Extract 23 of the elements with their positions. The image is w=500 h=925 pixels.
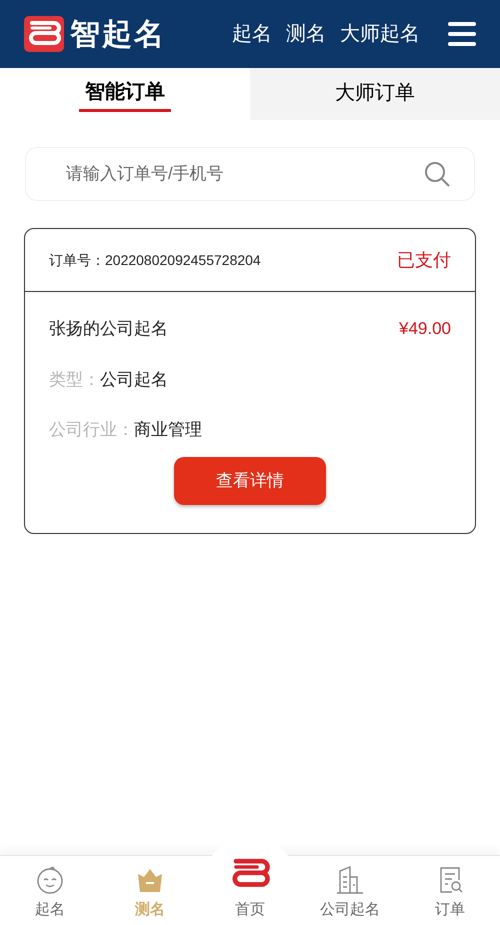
order-price: ¥49.00 (399, 318, 451, 340)
bottom-nav-item[interactable]: 公司起名 (300, 856, 400, 925)
order-status: 已支付 (397, 248, 451, 272)
menu-button[interactable] (448, 22, 476, 46)
bottom-nav-item[interactable]: 订单 (400, 856, 500, 925)
order-title: 张扬的公司起名 (49, 318, 168, 340)
baby-face-icon (35, 864, 65, 894)
field-label: 公司行业： (49, 419, 134, 441)
search-icon[interactable] (423, 160, 451, 188)
search-field[interactable]: 请输入订单号/手机号 (25, 147, 475, 201)
field-value: 公司起名 (100, 368, 168, 390)
field-value: 商业管理 (134, 419, 202, 441)
logo-text: 智起名 (70, 16, 166, 52)
nav-link[interactable]: 大师起名 (340, 19, 420, 49)
details-button[interactable]: 查看详情 (174, 456, 326, 504)
bottom-nav-item[interactable]: 起名 (0, 856, 100, 925)
logo-icon (24, 16, 64, 52)
field-label: 类型： (49, 368, 100, 390)
nav-link[interactable]: 测名 (286, 19, 326, 49)
nav-link[interactable]: 起名 (232, 19, 272, 49)
order-number: 订单号：20220802092455728204 (49, 250, 261, 270)
tab[interactable]: 大师订单 (250, 68, 500, 120)
building-icon (335, 864, 365, 894)
